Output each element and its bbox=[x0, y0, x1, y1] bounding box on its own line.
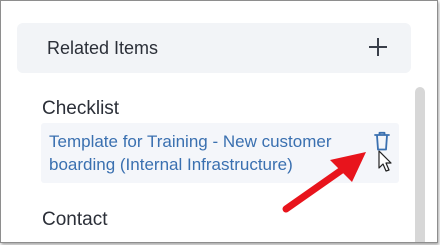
contact-section-label: Contact bbox=[42, 209, 108, 230]
add-related-item-button[interactable] bbox=[367, 36, 389, 58]
panel-title: Related Items bbox=[47, 38, 159, 58]
checklist-section-label: Checklist bbox=[42, 98, 120, 119]
related-items-header: Related Items bbox=[17, 23, 411, 73]
scrollbar[interactable] bbox=[415, 87, 425, 242]
mouse-cursor-icon bbox=[378, 150, 392, 172]
annotation-arrow-icon bbox=[282, 152, 366, 213]
